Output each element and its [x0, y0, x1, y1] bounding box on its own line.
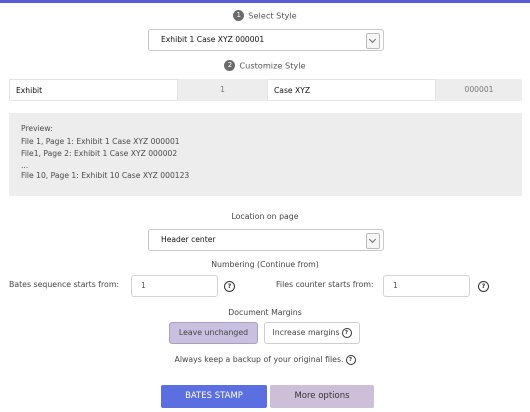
increase-margins-button[interactable]: Increase margins?: [264, 322, 360, 344]
backup-note: Always keep a backup of your original fi…: [0, 355, 530, 365]
more-options-button[interactable]: More options: [270, 385, 374, 408]
help-icon[interactable]: ?: [478, 281, 489, 292]
preview-line: File 10, Page 1: Exhibit 10 Case XYZ 000…: [21, 170, 190, 180]
step2-title: Customize Style: [239, 60, 306, 71]
customize-row: Exhibit 1 Case XYZ 000001: [9, 79, 522, 101]
prefix-input[interactable]: Exhibit: [9, 79, 178, 101]
preview-line: File1, Page 2: Exhibit 1 Case XYZ 000002: [21, 149, 178, 158]
leave-unchanged-button[interactable]: Leave unchanged: [169, 322, 258, 344]
top-accent-line: [0, 0, 530, 3]
backup-note-text: Always keep a backup of your original fi…: [174, 355, 344, 364]
step2-number-badge: 2: [224, 60, 236, 71]
increase-margins-label: Increase margins: [272, 328, 340, 337]
suffix-input[interactable]: Case XYZ: [267, 79, 436, 101]
chevron-down-icon[interactable]: [366, 233, 380, 249]
help-icon: ?: [341, 328, 352, 338]
preview-ellipsis: ...: [21, 160, 29, 170]
bates-stamp-button[interactable]: BATES STAMP: [161, 385, 267, 408]
bates-start-input[interactable]: 1: [131, 275, 218, 297]
location-select-value: Header center: [161, 235, 216, 244]
style-select-value: Exhibit 1 Case XYZ 000001: [161, 35, 265, 44]
chevron-down-icon[interactable]: [366, 33, 380, 49]
preview-line: File 1, Page 1: Exhibit 1 Case XYZ 00000…: [21, 136, 180, 146]
step1-number-badge: 1: [233, 10, 245, 21]
location-label: Location on page: [231, 212, 299, 221]
bates-number-field: 000001: [436, 79, 522, 101]
step1-title: Select Style: [248, 10, 297, 21]
preview-panel: Preview: File 1, Page 1: Exhibit 1 Case …: [9, 113, 522, 196]
file-number-field: 1: [178, 79, 267, 101]
help-icon[interactable]: ?: [224, 281, 235, 292]
preview-heading: Preview:: [21, 124, 53, 133]
step2-header: 2 Customize Style: [0, 60, 530, 71]
bates-start-label: Bates sequence starts from:: [9, 280, 120, 289]
help-icon[interactable]: ?: [345, 355, 356, 365]
location-select[interactable]: Header center: [148, 229, 384, 251]
style-select[interactable]: Exhibit 1 Case XYZ 000001: [148, 29, 384, 51]
files-start-input[interactable]: 1: [383, 275, 470, 297]
margins-label: Document Margins: [228, 308, 302, 317]
leave-unchanged-label: Leave unchanged: [178, 328, 249, 337]
step1-header: 1 Select Style: [0, 10, 530, 21]
numbering-label: Numbering (Continue from): [211, 260, 319, 269]
files-start-label: Files counter starts from:: [276, 280, 374, 289]
